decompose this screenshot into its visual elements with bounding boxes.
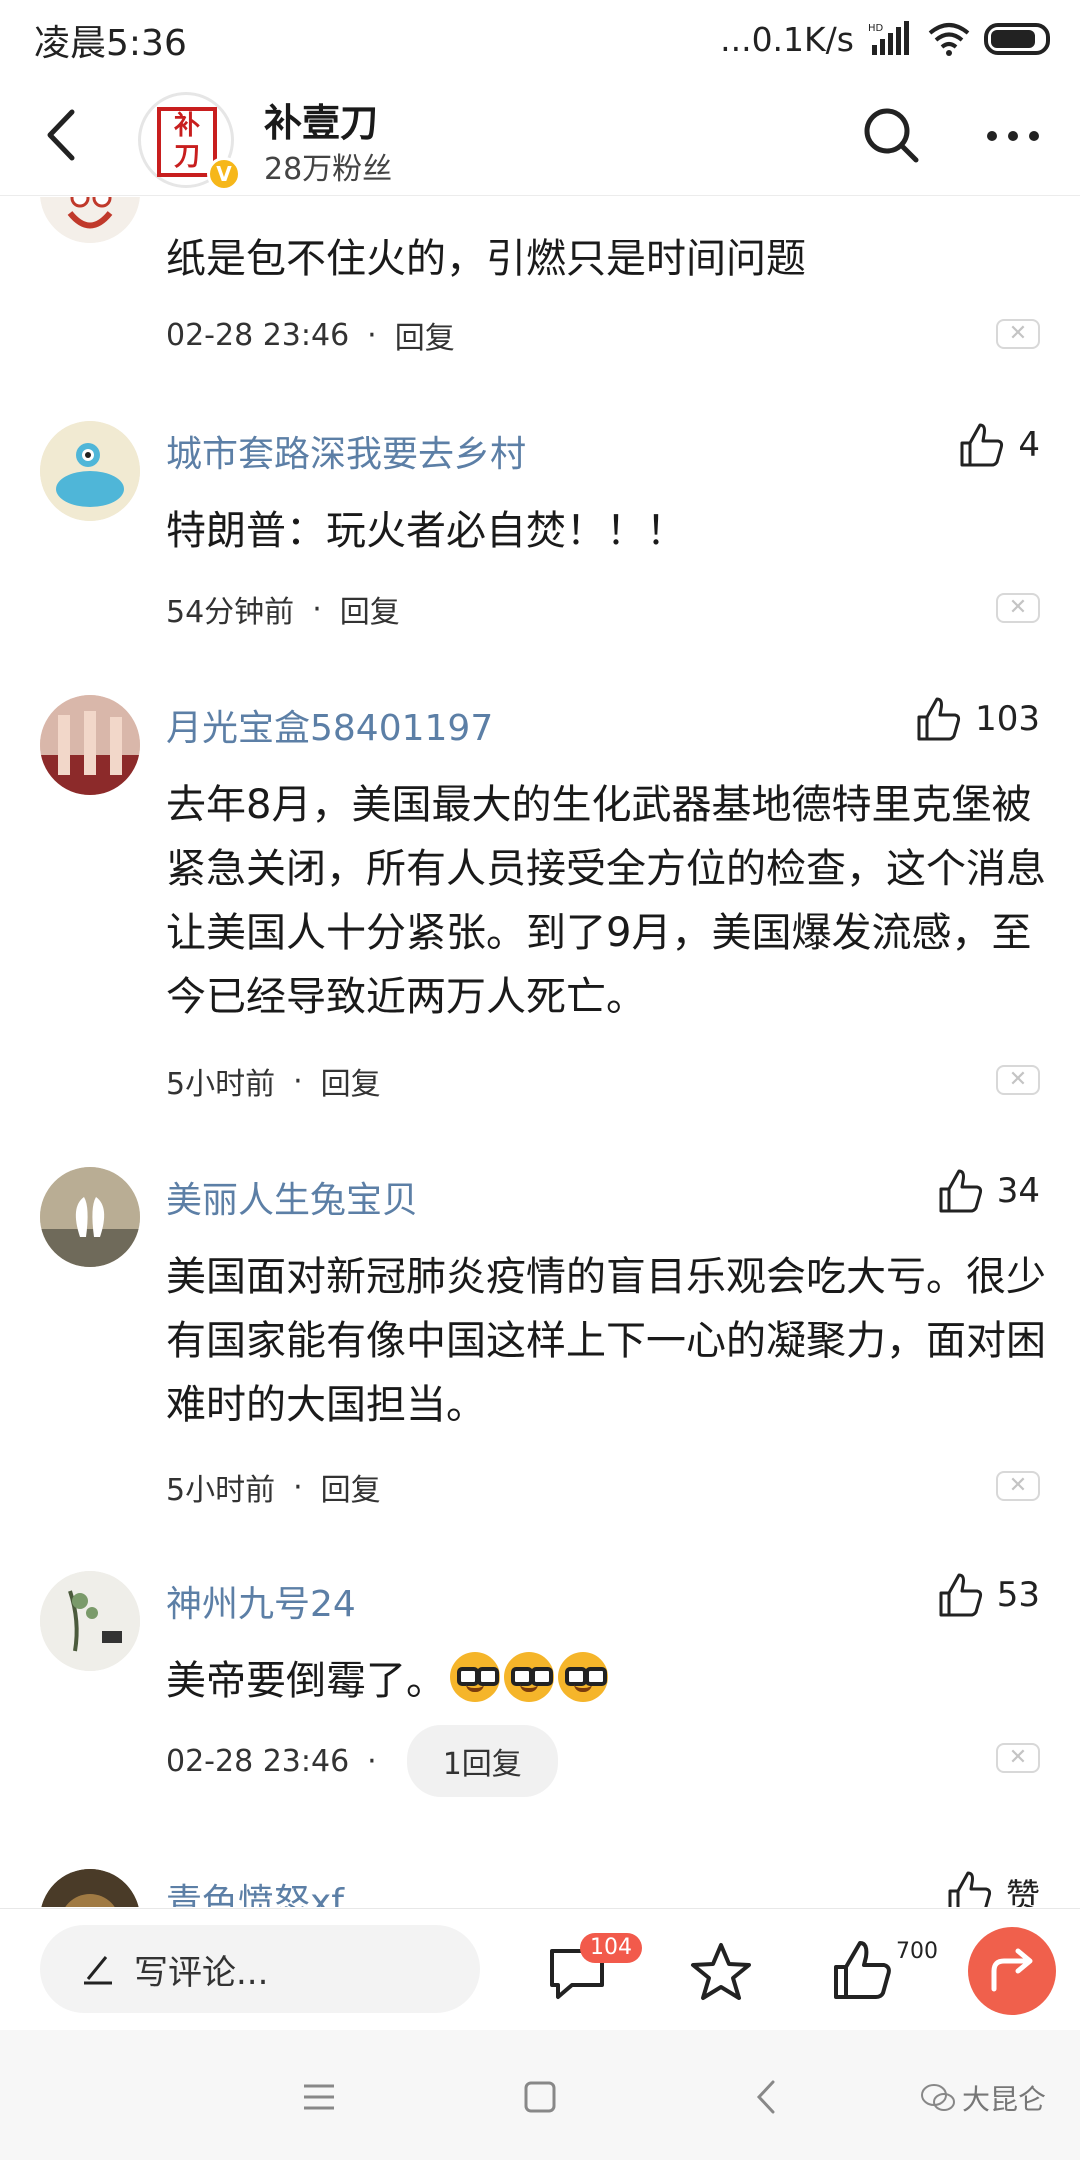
nerd-face-emoji-icon bbox=[450, 1652, 500, 1702]
comment-text: 特朗普：玩火者必自焚！！！ bbox=[166, 508, 686, 554]
verified-badge: V bbox=[207, 157, 241, 191]
comment-text: 去年8月，美国最大的生化武器基地德特里克堡被紧急关闭，所有人员接受全方位的检查，… bbox=[166, 782, 1046, 1020]
pencil-icon bbox=[84, 1956, 112, 1985]
comment-username[interactable]: 青色愤怒xf bbox=[166, 1873, 344, 1907]
avatar-monster-icon bbox=[40, 421, 140, 521]
like-count: 34 bbox=[996, 1171, 1040, 1211]
user-avatar[interactable] bbox=[40, 1167, 140, 1267]
watermark: 大昆仑 bbox=[920, 2078, 1046, 2118]
avatar-lion-icon bbox=[40, 1869, 140, 1907]
wechat-icon bbox=[920, 2084, 955, 2111]
more-options-icon[interactable] bbox=[980, 108, 1046, 164]
nerd-face-emoji-icon bbox=[558, 1652, 608, 1702]
user-avatar[interactable] bbox=[40, 421, 140, 521]
hd-label: HD bbox=[868, 23, 884, 34]
back-icon[interactable] bbox=[30, 100, 100, 170]
comment-time: 5小时前 bbox=[166, 1473, 276, 1508]
like-count: 53 bbox=[996, 1575, 1040, 1615]
dismiss-icon[interactable]: ✕ bbox=[996, 1743, 1040, 1773]
menu-icon[interactable] bbox=[294, 2072, 344, 2122]
avatar-cartoon-icon bbox=[40, 197, 140, 243]
reply-button[interactable]: 回复 bbox=[340, 587, 400, 631]
comment-count-badge: 104 bbox=[580, 1933, 642, 1963]
share-button[interactable] bbox=[968, 1927, 1056, 2015]
star-icon[interactable] bbox=[686, 1937, 756, 2007]
nerd-face-emoji-icon bbox=[504, 1652, 554, 1702]
like-button[interactable]: 34 bbox=[935, 1165, 1040, 1217]
share-icon bbox=[991, 1948, 1033, 1992]
search-icon[interactable] bbox=[858, 102, 924, 168]
comment-text: 纸是包不住火的，引燃只是时间问题 bbox=[166, 236, 806, 282]
user-avatar[interactable] bbox=[40, 695, 140, 795]
bottom-action-bar: 写评论... 104 700 bbox=[0, 1908, 1080, 2030]
comment-text: 美帝要倒霉了。 bbox=[166, 1649, 1046, 1713]
status-icons: ...0.1K/s HD bbox=[720, 14, 1050, 64]
write-comment-placeholder: 写评论... bbox=[134, 1952, 269, 1993]
dismiss-icon[interactable]: ✕ bbox=[996, 593, 1040, 623]
comment-text: 美国面对新冠肺炎疫情的盲目乐观会吃大亏。很少有国家能有像中国这样上下一心的凝聚力… bbox=[166, 1254, 1046, 1428]
user-avatar[interactable] bbox=[40, 197, 140, 243]
signal-icon: HD bbox=[868, 21, 909, 55]
thumbs-up-icon bbox=[917, 697, 961, 741]
avatar-painting-icon bbox=[40, 1571, 140, 1671]
thumbs-up-icon bbox=[939, 1573, 982, 1617]
comment-username[interactable]: 美丽人生兔宝贝 bbox=[166, 1171, 418, 1223]
battery-icon bbox=[984, 23, 1050, 55]
back-nav-icon[interactable] bbox=[743, 2072, 793, 2122]
reply-button[interactable]: 回复 bbox=[321, 1465, 381, 1509]
like-label: 赞 bbox=[1006, 1876, 1040, 1908]
article-header: 补 刀 V 补壹刀 28万粉丝 bbox=[0, 78, 1080, 196]
network-speed: ...0.1K/s bbox=[720, 19, 854, 59]
reply-button[interactable]: 回复 bbox=[321, 1059, 381, 1103]
like-count: 103 bbox=[975, 699, 1040, 739]
thumbs-up-icon bbox=[948, 1871, 992, 1907]
comment-list[interactable]: 纸是包不住火的，引燃只是时间问题 02-28 23:46 · 回复 ✕ 城市套路… bbox=[0, 197, 1080, 1907]
comment-meta: 02-28 23:46 · 1回复 bbox=[166, 1725, 558, 1797]
home-icon[interactable] bbox=[515, 2072, 565, 2122]
account-name[interactable]: 补壹刀 bbox=[264, 92, 378, 147]
dismiss-icon[interactable]: ✕ bbox=[996, 1065, 1040, 1095]
like-button[interactable]: 53 bbox=[935, 1569, 1040, 1621]
write-comment-input[interactable]: 写评论... bbox=[40, 1925, 480, 2013]
like-button[interactable]: 赞 bbox=[944, 1867, 1040, 1907]
comment-meta: 5小时前 · 回复 bbox=[166, 1465, 381, 1509]
user-avatar[interactable] bbox=[40, 1571, 140, 1671]
status-bar: 凌晨5:36 ...0.1K/s HD bbox=[0, 0, 1080, 78]
account-avatar[interactable]: 补 刀 V bbox=[138, 92, 241, 191]
comment-meta: 54分钟前 · 回复 bbox=[166, 587, 400, 631]
dismiss-icon[interactable]: ✕ bbox=[996, 319, 1040, 349]
comment-username[interactable]: 神州九号24 bbox=[166, 1575, 356, 1627]
comment-username[interactable]: 城市套路深我要去乡村 bbox=[166, 425, 526, 477]
like-button[interactable]: 4 bbox=[956, 419, 1040, 471]
article-like-count: 700 bbox=[896, 1939, 938, 1964]
wifi-icon bbox=[928, 23, 970, 56]
comment-time: 54分钟前 bbox=[166, 595, 295, 630]
comment-time: 02-28 23:46 bbox=[166, 1743, 350, 1779]
comment-time: 5小时前 bbox=[166, 1067, 276, 1102]
like-count: 4 bbox=[1018, 425, 1040, 465]
comment-meta: 02-28 23:46 · 回复 bbox=[166, 313, 455, 357]
status-time: 凌晨5:36 bbox=[34, 23, 187, 64]
avatar-photo-icon bbox=[40, 695, 140, 795]
comment-meta: 5小时前 · 回复 bbox=[166, 1059, 381, 1103]
reply-count-button[interactable]: 1回复 bbox=[406, 1725, 558, 1797]
comment-time: 02-28 23:46 bbox=[166, 317, 350, 353]
thumbs-up-icon[interactable] bbox=[828, 1937, 898, 2007]
avatar-swan-icon bbox=[40, 1167, 140, 1267]
system-navigation-bar: 大昆仑 bbox=[0, 2030, 1080, 2160]
follower-count: 28万粉丝 bbox=[264, 152, 393, 187]
like-button[interactable]: 103 bbox=[913, 693, 1040, 745]
reply-button[interactable]: 回复 bbox=[395, 313, 455, 357]
thumbs-up-icon bbox=[939, 1169, 982, 1213]
user-avatar[interactable] bbox=[40, 1869, 140, 1907]
comment-username[interactable]: 月光宝盒58401197 bbox=[166, 699, 493, 751]
dismiss-icon[interactable]: ✕ bbox=[996, 1471, 1040, 1501]
thumbs-up-icon bbox=[960, 423, 1004, 467]
